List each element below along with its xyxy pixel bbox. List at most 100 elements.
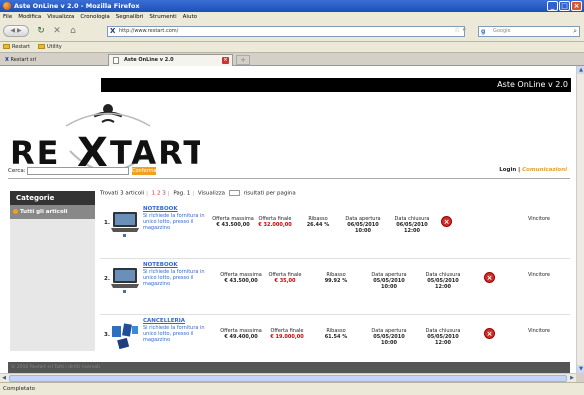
close-date-value: 05/05/2010 12:00 [427, 334, 459, 346]
web-page: Aste OnLine v 2.0 RE X TART Cerca: Confe… [0, 66, 576, 373]
scroll-right-icon[interactable]: ▶ [568, 374, 576, 382]
bookmark-utility[interactable]: Utility [37, 44, 62, 50]
site-favicon-icon: X [5, 57, 9, 63]
auction-row: 1. NOTEBOOK Si richiede la fornitura in … [100, 204, 570, 259]
menu-file[interactable]: File [3, 14, 12, 20]
current-page: Pag. 1 [173, 190, 191, 197]
menu-aiuto[interactable]: Aiuto [183, 14, 197, 20]
home-icon[interactable]: ⌂ [67, 25, 79, 37]
close-window-button[interactable]: × [571, 1, 582, 11]
open-date-value: 05/05/2010 10:00 [373, 278, 405, 290]
search-icon[interactable]: ⌕ [573, 27, 577, 36]
reload-icon[interactable]: ↻ [35, 25, 47, 37]
search-confirm-button[interactable]: Conferma [132, 167, 156, 175]
firefox-icon [3, 2, 11, 10]
open-date: Data apertura 05/05/2010 10:00 [366, 272, 412, 290]
delete-icon[interactable]: × [484, 328, 495, 339]
item-description: Si richiede la fornitura in unico lotto,… [143, 325, 205, 343]
vertical-scrollbar[interactable]: ▲ ▼ [576, 66, 584, 373]
notebook-image[interactable] [110, 266, 140, 294]
tab-aste-online[interactable]: Aste OnLine v 2.0 × [108, 54, 233, 66]
maximize-button[interactable]: □ [559, 1, 570, 11]
winner-label: Vincitore [527, 272, 550, 278]
stationery-image[interactable] [110, 322, 140, 350]
minimize-button[interactable]: _ [547, 1, 558, 11]
menu-cronologia[interactable]: Cronologia [80, 14, 109, 20]
site-search-input[interactable] [27, 167, 129, 175]
delete-icon[interactable]: × [484, 272, 495, 283]
folder-icon [37, 44, 45, 49]
item-description: Si richiede la fornitura in unico lotto,… [143, 269, 205, 287]
menu-segnalibri[interactable]: Segnalibri [116, 14, 144, 20]
scroll-up-icon[interactable]: ▲ [577, 66, 584, 74]
site-favicon-icon: X [110, 27, 116, 35]
navigation-toolbar: ◀ ▶ ↻ ✕ ⌂ X http://www.restart.com/ ☆ ▾ … [0, 21, 584, 42]
final-offer: Offerta finale € 19.000,00 [268, 328, 306, 340]
discount-value: 61.54 % [324, 334, 348, 340]
max-offer-value: € 49.400,00 [224, 334, 258, 340]
horizontal-scrollbar[interactable]: ◀ ▶ [0, 373, 576, 382]
final-offer-value: € 35,00 [274, 278, 296, 284]
per-page-input[interactable] [228, 190, 240, 196]
menu-modifica[interactable]: Modifica [18, 14, 41, 20]
login-links: Login | Comunicazioni [499, 167, 567, 173]
new-tab-button[interactable]: + [236, 55, 250, 65]
back-forward-button[interactable]: ◀ ▶ [3, 25, 29, 37]
window-titlebar: Aste OnLine v 2.0 - Mozilla Firefox _ □ … [0, 0, 584, 12]
bookmark-star-icon[interactable]: ☆ ▾ [454, 26, 466, 34]
bullet-icon [13, 209, 18, 214]
final-offer: Offerta finale € 32.000,00 [258, 216, 292, 228]
final-offer-value: € 32.000,00 [258, 222, 292, 228]
login-link[interactable]: Login [499, 167, 516, 173]
bookmark-restart[interactable]: Restart [3, 44, 30, 50]
results-pager: Trovati 3 articoli | 1 2 3 | Pag. 1 | Visua… [100, 190, 296, 197]
google-icon: g [481, 28, 486, 35]
tab-restart[interactable]: X Restart srl [2, 55, 107, 65]
open-date: Data apertura 05/05/2010 10:00 [366, 328, 412, 346]
menu-bar: File Modifica Visualizza Cronologia Segn… [0, 12, 584, 21]
item-description: Si richiede la fornitura in unico lotto,… [143, 213, 205, 231]
search-input[interactable]: g Google ⌕ [478, 26, 580, 37]
close-date: Data chiusura 05/05/2010 12:00 [420, 272, 466, 290]
category-sidebar: Categorie Tutti gli articoli [10, 191, 95, 351]
close-tab-icon[interactable]: × [222, 57, 229, 64]
status-bar: Completato [0, 382, 584, 395]
comunicazioni-link[interactable]: Comunicazioni [522, 167, 567, 173]
winner-label: Vincitore [527, 328, 550, 334]
discount: Ribasso 99.92 % [322, 272, 350, 284]
scroll-down-icon[interactable]: ▼ [577, 365, 584, 373]
site-search-row: Cerca: Conferma Login | Comunicazioni [8, 166, 570, 176]
notebook-image[interactable] [110, 210, 140, 238]
page-links[interactable]: 1 2 3 [152, 191, 166, 197]
scroll-left-icon[interactable]: ◀ [0, 374, 8, 382]
discount-value: 99.92 % [324, 278, 348, 284]
menu-visualizza[interactable]: Visualizza [47, 14, 74, 20]
tab-label: Aste OnLine v 2.0 [124, 57, 174, 63]
bookmark-label: Restart [12, 44, 30, 50]
bookmarks-toolbar: Restart Utility [0, 42, 584, 53]
open-date-value: 05/05/2010 10:00 [373, 334, 405, 346]
winner-label: Vincitore [527, 216, 550, 222]
sidebar-item-all-articles[interactable]: Tutti gli articoli [10, 205, 95, 219]
menu-strumenti[interactable]: Strumenti [149, 14, 176, 20]
close-date: Data chiusura 05/05/2010 12:00 [420, 328, 466, 346]
final-offer: Offerta finale € 35,00 [268, 272, 302, 284]
url-bar[interactable]: X http://www.restart.com/ [107, 26, 465, 37]
auction-row: 2. NOTEBOOK Si richiede la fornitura in … [100, 260, 570, 315]
sidebar-header: Categorie [10, 191, 95, 205]
divider [8, 178, 570, 179]
item-title[interactable]: NOTEBOOK [143, 206, 178, 212]
close-date-value: 05/05/2010 12:00 [427, 278, 459, 290]
open-date: Data apertura 06/05/2010 10:00 [340, 216, 386, 234]
item-title[interactable]: NOTEBOOK [143, 262, 178, 268]
max-offer-value: € 43.500,00 [216, 222, 250, 228]
results-count: Trovati 3 articoli [100, 190, 145, 197]
delete-icon[interactable]: × [441, 216, 452, 227]
discount-value: 26.44 % [306, 222, 330, 228]
discount: Ribasso 26.44 % [304, 216, 332, 228]
item-title[interactable]: CANCELLERIA [143, 318, 185, 324]
open-date-value: 06/05/2010 10:00 [347, 222, 379, 234]
scroll-thumb[interactable] [9, 375, 567, 382]
stop-icon[interactable]: ✕ [51, 25, 63, 37]
show-label: Visualizza [197, 190, 225, 197]
